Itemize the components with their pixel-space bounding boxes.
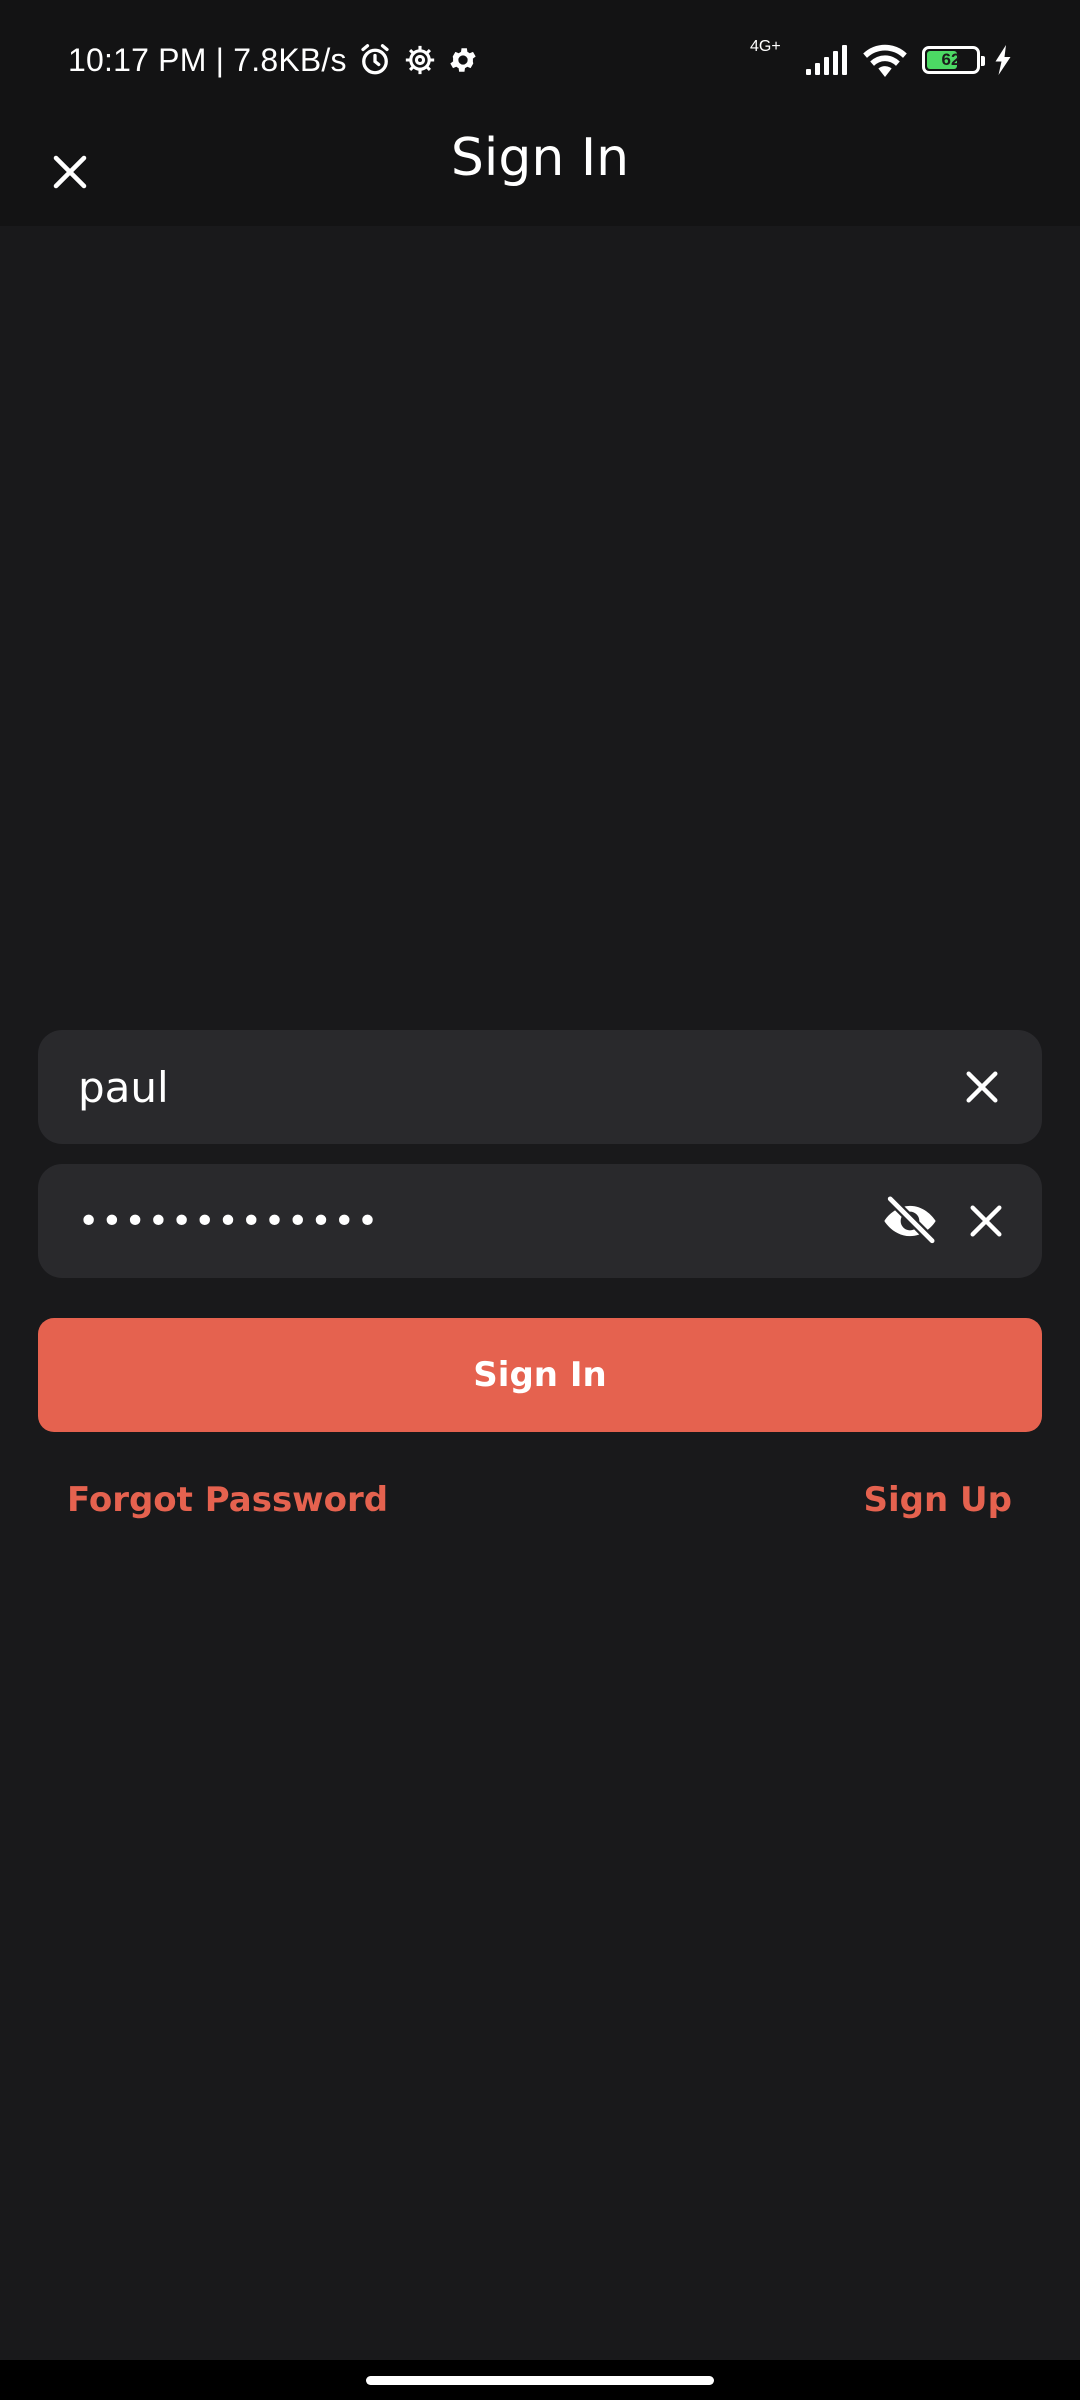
username-input[interactable] bbox=[78, 1030, 878, 1144]
password-field[interactable] bbox=[38, 1164, 1042, 1278]
clear-password-button[interactable] bbox=[956, 1191, 1016, 1251]
toggle-password-visibility-button[interactable] bbox=[880, 1191, 940, 1251]
status-time-speed: 10:17 PM | 7.8KB/s bbox=[68, 41, 347, 78]
signal-icon bbox=[804, 43, 848, 77]
gear-outline-icon bbox=[403, 43, 437, 77]
battery-level: 62 bbox=[941, 50, 961, 69]
status-left: 10:17 PM | 7.8KB/s bbox=[68, 36, 479, 84]
close-icon bbox=[966, 1071, 998, 1103]
page-title: Sign In bbox=[450, 128, 630, 188]
forgot-password-link[interactable]: Forgot Password bbox=[67, 1474, 388, 1526]
gear-icon bbox=[447, 44, 479, 76]
status-bar: 10:17 PM | 7.8KB/s 4G+ 62 bbox=[0, 0, 1080, 118]
alarm-icon bbox=[357, 42, 393, 78]
username-field[interactable] bbox=[38, 1030, 1042, 1144]
sign-in-button[interactable]: Sign In bbox=[38, 1318, 1042, 1432]
eye-off-icon bbox=[884, 1194, 937, 1246]
charging-icon bbox=[994, 45, 1012, 75]
wifi-icon bbox=[862, 42, 908, 78]
network-indicator: 4G+ bbox=[750, 38, 790, 80]
status-right: 4G+ 62 bbox=[750, 36, 1012, 84]
network-type: 4G+ bbox=[750, 38, 781, 55]
password-input[interactable] bbox=[78, 1164, 858, 1278]
sign-up-link[interactable]: Sign Up bbox=[864, 1474, 1012, 1526]
navigation-bar bbox=[0, 2360, 1080, 2400]
battery-icon: 62 bbox=[922, 46, 985, 74]
battery-nub bbox=[981, 56, 985, 66]
app-bar: Sign In bbox=[0, 118, 1080, 226]
home-indicator[interactable] bbox=[366, 2376, 714, 2385]
close-icon bbox=[970, 1205, 1002, 1237]
clear-username-button[interactable] bbox=[952, 1057, 1012, 1117]
